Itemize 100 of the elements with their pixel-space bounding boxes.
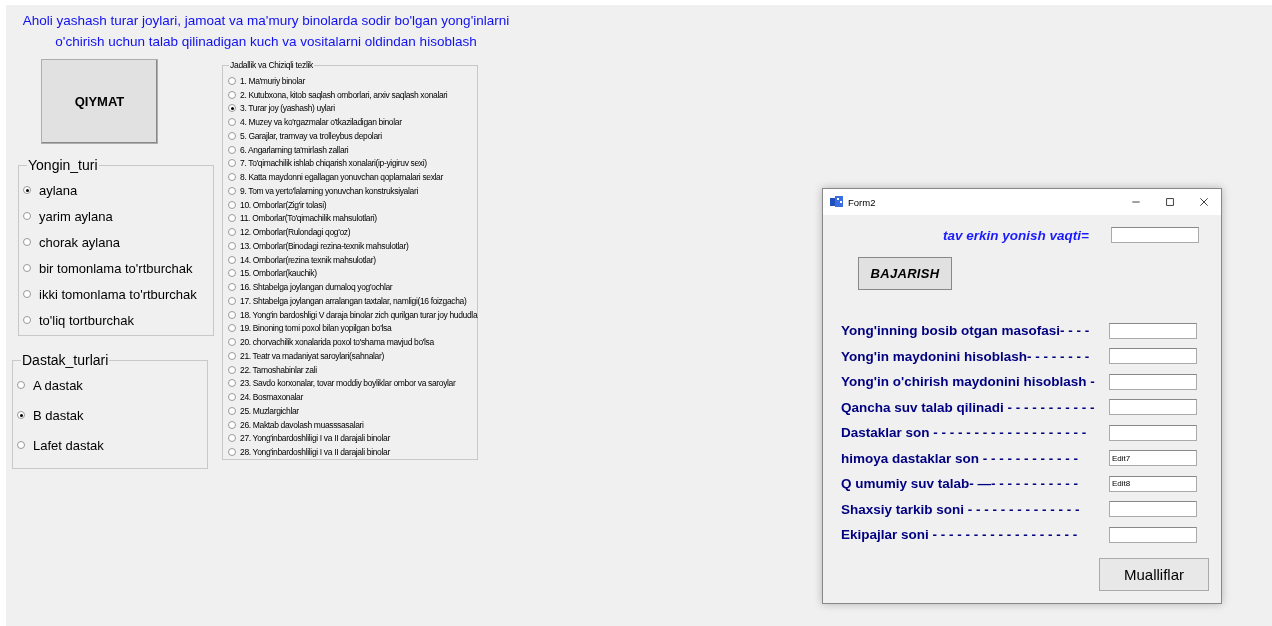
- group-title: Jadallik va Chiziqli tezlik: [229, 60, 315, 70]
- radio-option[interactable]: yarim aylana: [23, 203, 213, 229]
- radio-option[interactable]: 3. Turar joy (yashash) uylari: [228, 101, 478, 116]
- result-field[interactable]: Edit8: [1109, 475, 1197, 492]
- radio-option[interactable]: B dastak: [17, 400, 207, 430]
- radio-option[interactable]: 13. Omborlar(Binodagi rezina-texnik mahsulotlar): [228, 239, 478, 253]
- radio-icon[interactable]: [17, 411, 25, 419]
- radio-icon[interactable]: [228, 351, 236, 360]
- radio-icon[interactable]: [228, 420, 236, 429]
- time-field[interactable]: [1110, 227, 1199, 243]
- result-field[interactable]: [1109, 399, 1197, 416]
- radio-option[interactable]: 8. Katta maydonni egallagan yonuvchan qoplamalari sexlar: [228, 170, 478, 184]
- radio-option[interactable]: 1. Ma'muriy binolar: [228, 74, 478, 88]
- radio-icon[interactable]: [228, 131, 236, 140]
- radio-option[interactable]: A dastak: [17, 370, 207, 400]
- result-field[interactable]: [1109, 526, 1197, 543]
- radio-option[interactable]: 14. Omborlar(rezina texnik mahsulotlar): [228, 252, 478, 267]
- result-field[interactable]: [1109, 322, 1197, 339]
- field-label: Yong'in maydonini hisoblash- - - - - - - -: [841, 348, 1091, 364]
- window-title: Form2: [848, 196, 876, 208]
- authors-button[interactable]: Mualliflar: [1099, 557, 1209, 591]
- field-label: himoya dastaklar son - - - - - - - - - - - -: [841, 450, 1079, 466]
- radio-option[interactable]: 28. Yong'inbardoshliligi I va II darajali binolar: [228, 445, 478, 459]
- radio-icon[interactable]: [228, 186, 236, 195]
- radio-icon[interactable]: [228, 228, 236, 237]
- field-label: Q umumiy suv talab- —- - - - - - - - - - -: [841, 476, 1079, 492]
- radio-icon[interactable]: [228, 200, 236, 209]
- radio-option[interactable]: 25. Muzlargichlar: [228, 404, 478, 418]
- radio-option[interactable]: bir tomonlama to'rtburchak: [23, 255, 213, 281]
- radio-icon[interactable]: [228, 269, 236, 278]
- radio-option[interactable]: 12. Omborlar(Rulondagi qog'oz): [228, 225, 478, 239]
- radio-option[interactable]: 10. Omborlar(Zig'ir tolasi): [228, 197, 478, 212]
- radio-icon[interactable]: [228, 379, 236, 388]
- radio-option[interactable]: 21. Teatr va madaniyat saroylari(sahnalar): [228, 349, 478, 363]
- bajarish-button[interactable]: BAJARISH: [858, 257, 952, 290]
- radio-icon[interactable]: [23, 212, 31, 220]
- radio-option[interactable]: 15. Omborlar(kauchik): [228, 266, 478, 281]
- radio-icon[interactable]: [228, 338, 236, 347]
- radio-option[interactable]: 26. Maktab davolash muasssasalari: [228, 417, 478, 432]
- radio-icon[interactable]: [23, 264, 31, 272]
- field-label: Yong'in o'chirish maydonini hisoblash -: [841, 374, 1096, 390]
- radio-option[interactable]: 4. Muzey va ko'rgazmalar o'tkaziladigan binolar: [228, 115, 478, 129]
- radio-option[interactable]: 5. Garajlar, tramvay va trolleybus depolari: [228, 129, 478, 143]
- radio-icon[interactable]: [228, 434, 236, 443]
- radio-option[interactable]: 20. chorvachilik xonalarida poxol to'shama mavjud bo'lsa: [228, 335, 478, 349]
- result-field[interactable]: [1109, 348, 1197, 365]
- radio-icon[interactable]: [228, 296, 236, 305]
- result-field[interactable]: Edit7: [1109, 450, 1197, 467]
- radio-icon[interactable]: [228, 310, 236, 319]
- field-label: Yong'inning bosib otgan masofasi- - - -: [841, 323, 1091, 339]
- radio-icon[interactable]: [228, 90, 236, 99]
- radio-icon[interactable]: [23, 316, 31, 324]
- radio-icon[interactable]: [228, 214, 236, 223]
- result-field[interactable]: [1109, 424, 1197, 441]
- radio-icon[interactable]: [17, 441, 25, 449]
- radio-icon[interactable]: [228, 118, 236, 127]
- radio-icon[interactable]: [228, 365, 236, 374]
- radio-option[interactable]: 17. Shtabelga joylangan arralangan taxtalar, namligi(16 foizgacha): [228, 294, 478, 308]
- field-label: Ekipajlar soni - - - - - - - - - - - - - - - - - -: [841, 527, 1079, 543]
- radio-icon[interactable]: [23, 238, 31, 246]
- radio-icon[interactable]: [228, 173, 236, 182]
- radio-option[interactable]: 18. Yong'in bardoshligi V daraja binolar zich qurilgan turar joy hududla: [228, 307, 478, 322]
- radio-option[interactable]: 24. Bosmaxonalar: [228, 390, 478, 404]
- field-label: Qancha suv talab qilinadi - - - - - - - - - - -: [841, 399, 1096, 415]
- radio-icon[interactable]: [228, 241, 236, 250]
- radio-icon[interactable]: [228, 145, 236, 154]
- radio-icon[interactable]: [228, 255, 236, 264]
- radio-option[interactable]: 6. Angarlarning ta'mirlash zallari: [228, 142, 478, 157]
- radio-icon[interactable]: [23, 290, 31, 298]
- radio-option[interactable]: 16. Shtabelga joylangan dumaloq yog'ochlar: [228, 280, 478, 294]
- radio-icon[interactable]: [228, 393, 236, 402]
- radio-option[interactable]: to'liq tortburchak: [23, 307, 213, 333]
- radio-option[interactable]: 27. Yong'inbardoshliligi I va II darajali binolar: [228, 431, 478, 446]
- radio-icon[interactable]: [17, 381, 25, 389]
- radio-icon[interactable]: [23, 186, 31, 194]
- result-field[interactable]: [1109, 373, 1197, 390]
- radio-option[interactable]: 22. Tamoshabinlar zali: [228, 362, 478, 377]
- radio-option[interactable]: 19. Binoning tomi poxol bilan yopilgan bo'lsa: [228, 321, 478, 336]
- radio-option[interactable]: aylana: [23, 177, 213, 203]
- radio-option[interactable]: 23. Savdo korxonalar, tovar moddiy boyliklar ombor va saroylar: [228, 376, 478, 391]
- radio-option[interactable]: 7. To'qimachilik ishlab chiqarish xonalari(ip-yigiruv sexi): [228, 156, 478, 171]
- radio-option[interactable]: Lafet dastak: [17, 430, 207, 460]
- group-title: Dastak_turlari: [21, 352, 110, 368]
- radio-icon[interactable]: [228, 283, 236, 292]
- radio-option[interactable]: 9. Tom va yerto'lalarning yonuvchan konstruksiyalari: [228, 184, 478, 198]
- app-icon: [830, 196, 844, 208]
- radio-icon[interactable]: [228, 76, 236, 85]
- heading-text: Aholi yashash turar joylari, jamoat va ma'mury binolarda sodir bo'lgan yong'inlarni: [21, 12, 511, 30]
- radio-option[interactable]: ikki tomonlama to'rtburchak: [23, 281, 213, 307]
- radio-icon[interactable]: [228, 159, 236, 168]
- result-field[interactable]: [1109, 501, 1197, 518]
- radio-icon[interactable]: [228, 324, 236, 333]
- radio-option[interactable]: 2. Kutubxona, kitob saqlash omborlari, arxiv saqlash xonalari: [228, 87, 478, 102]
- radio-icon[interactable]: [228, 448, 236, 457]
- radio-icon[interactable]: [228, 104, 236, 113]
- radio-option[interactable]: chorak aylana: [23, 229, 213, 255]
- qiymat-button[interactable]: QIYMAT: [41, 59, 158, 144]
- radio-icon[interactable]: [228, 406, 236, 415]
- time-label: tav erkin yonish vaqti=: [943, 227, 1089, 243]
- radio-option[interactable]: 11. Omborlar(To'qimachilik mahsulotlari): [228, 211, 478, 226]
